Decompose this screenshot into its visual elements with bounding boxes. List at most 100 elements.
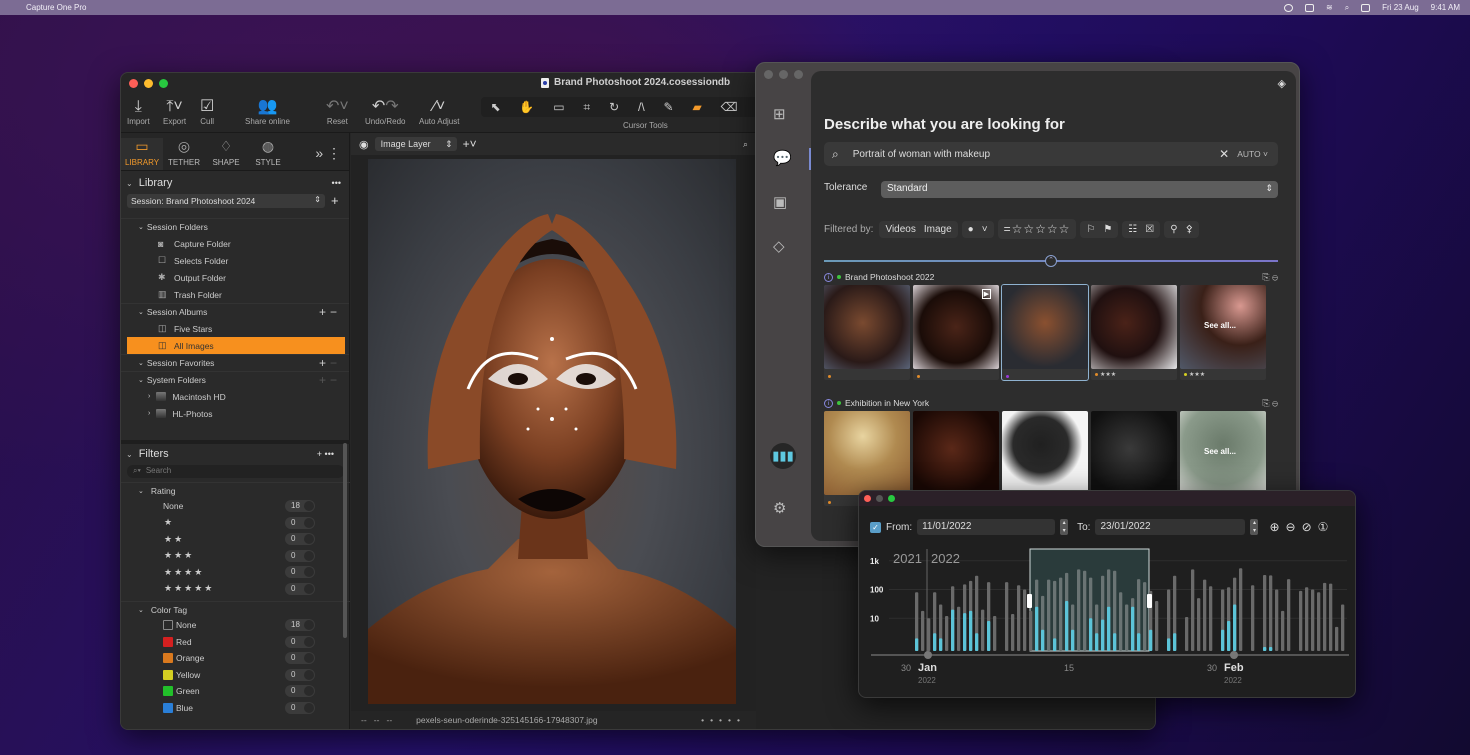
bar-matched[interactable]	[1071, 629, 1075, 651]
bar-total[interactable]	[1143, 582, 1147, 651]
bar-matched[interactable]	[1089, 618, 1093, 651]
session-selector[interactable]: Session: Brand Photoshoot 2024 ⇕	[127, 194, 325, 208]
from-date-input[interactable]: 11/01/2022	[917, 519, 1056, 535]
album-name[interactable]: Exhibition in New York	[845, 398, 929, 408]
filter-videos-button[interactable]: Videos	[885, 224, 915, 235]
layers-icon[interactable]: ◈	[1278, 77, 1286, 90]
filters-scrollbar[interactable]	[343, 443, 347, 638]
import-button[interactable]: ⤓ Import	[127, 97, 150, 126]
color-tag-count-toggle[interactable]: 0	[285, 701, 315, 714]
to-date-input[interactable]: 23/01/2022	[1095, 519, 1246, 535]
bar-matched[interactable]	[987, 621, 991, 651]
tree-item-selects-folder[interactable]: ☐ Selects Folder	[121, 252, 349, 269]
app-menu-name[interactable]: Capture One Pro	[26, 3, 86, 12]
system-folders-group[interactable]: ⌄ System Folders +−	[121, 371, 349, 388]
see-all-link[interactable]: See all...	[1204, 321, 1236, 330]
cull-button[interactable]: ☑ Cull	[200, 97, 214, 126]
gallery-icon[interactable]: ▣	[773, 193, 787, 211]
album-name[interactable]: Brand Photoshoot 2022	[845, 272, 934, 282]
add-remove-album-buttons[interactable]: +−	[319, 305, 341, 319]
zoom-fit-icon[interactable]: ⊘	[1302, 520, 1312, 534]
library-more-icon[interactable]: •••	[332, 178, 341, 188]
reset-button[interactable]: ↶˅ Reset	[326, 97, 349, 126]
pan-hand-icon[interactable]: ✋	[519, 100, 534, 114]
close-window-button[interactable]	[129, 78, 138, 88]
from-date-stepper[interactable]: ▴ ▾	[1060, 519, 1069, 535]
filters-add-more-icon[interactable]: + •••	[317, 449, 334, 459]
bar-matched[interactable]	[1221, 629, 1225, 651]
bar-matched[interactable]	[1167, 638, 1171, 651]
rating-dots[interactable]: •••••	[701, 715, 746, 725]
rating-filter[interactable]: =☆☆☆☆☆	[997, 219, 1077, 239]
unflag-icon[interactable]: ⚑	[1103, 224, 1112, 235]
bar-total[interactable]	[1017, 585, 1021, 651]
bar-matched[interactable]	[933, 633, 937, 651]
bar-total[interactable]	[1311, 589, 1315, 652]
session-folders-group[interactable]: ⌄ Session Folders	[121, 218, 349, 235]
tree-item-trash-folder[interactable]: ▥ Trash Folder	[121, 286, 349, 303]
bar-matched[interactable]	[1107, 606, 1111, 651]
tree-item-capture-folder[interactable]: ◙ Capture Folder	[121, 235, 349, 252]
bar-matched[interactable]	[975, 633, 979, 651]
wifi-icon[interactable]: ≋	[1326, 3, 1333, 12]
portrait-photo[interactable]	[368, 159, 736, 704]
rating-count-toggle[interactable]: 0	[285, 516, 315, 529]
bar-total[interactable]	[1269, 575, 1273, 651]
zoom-window-button[interactable]	[159, 78, 168, 88]
rating-filter-header[interactable]: ⌄ Rating	[121, 482, 350, 498]
bar-total[interactable]	[1191, 569, 1195, 651]
range-end-handle[interactable]	[1147, 594, 1152, 608]
session-albums-group[interactable]: ⌄ Session Albums +−	[121, 303, 349, 320]
bar-matched[interactable]	[939, 638, 943, 651]
bar-total[interactable]	[1239, 568, 1243, 651]
color-filter-dropdown[interactable]: ● ˅	[961, 220, 994, 238]
menubar-date[interactable]: Fri 23 Aug	[1382, 3, 1418, 12]
close-window-button[interactable]	[764, 70, 773, 79]
bar-total[interactable]	[1329, 583, 1333, 651]
chevron-right-icon[interactable]: ›	[148, 410, 150, 417]
location-pin-icon[interactable]: ⚲	[1170, 224, 1177, 235]
minimize-window-button[interactable]	[144, 78, 153, 88]
bar-total[interactable]	[1029, 610, 1033, 651]
battery-icon[interactable]	[1304, 3, 1314, 12]
rating-count-toggle[interactable]: 0	[285, 533, 315, 546]
add-session-button[interactable]: +	[331, 193, 339, 208]
tree-item-macintosh-hd[interactable]: › Macintosh HD	[121, 388, 349, 405]
bar-total[interactable]	[1005, 582, 1009, 651]
bar-matched[interactable]	[1149, 629, 1153, 651]
zoom-in-icon[interactable]: ⊕	[1269, 520, 1279, 534]
adjustments-icon[interactable]: ☷	[1128, 224, 1137, 235]
settings-gear-icon[interactable]: ⚙	[773, 499, 786, 517]
crop-icon[interactable]: ⌗	[583, 100, 590, 115]
rating-count-toggle[interactable]: 0	[285, 566, 315, 579]
bar-matched[interactable]	[1233, 604, 1237, 651]
bar-total[interactable]	[1263, 574, 1267, 651]
bar-matched[interactable]	[1101, 619, 1105, 651]
bar-total[interactable]	[1203, 579, 1207, 651]
undo-redo-button[interactable]: ↶↷ Undo/Redo	[365, 97, 405, 126]
add-remove-favorite-buttons[interactable]: +−	[319, 356, 341, 370]
tab-shape[interactable]: ♢ SHAPE	[205, 138, 247, 170]
bar-total[interactable]	[1023, 589, 1027, 652]
bar-total[interactable]	[1323, 582, 1327, 651]
color-tag-filter-row[interactable]: Blue 0	[121, 700, 350, 717]
timeline-histogram[interactable]: 1k 100 10 2021 2022 30 Jan 2022 15 30 Feb 2022	[859, 541, 1356, 698]
bar-matched[interactable]	[1173, 633, 1177, 651]
tab-tether[interactable]: ◎ TETHER	[163, 138, 205, 170]
auto-adjust-button[interactable]: ⁄˅ Auto Adjust	[419, 97, 459, 126]
rating-filter-row[interactable]: ★ 0	[121, 515, 350, 532]
eye-icon[interactable]: ◉	[359, 138, 369, 151]
bar-total[interactable]	[1335, 626, 1339, 651]
bar-matched[interactable]	[915, 638, 919, 651]
picker-icon[interactable]: ✎	[664, 100, 674, 114]
result-thumbnail[interactable]: See all... ★★★	[1180, 285, 1266, 380]
color-tag-count-toggle[interactable]: 18	[285, 619, 315, 632]
tree-item-hl-photos[interactable]: › HL-Photos	[121, 405, 349, 422]
info-icon[interactable]: i	[824, 398, 833, 408]
bar-matched[interactable]	[1131, 606, 1135, 651]
tab-style[interactable]: ◍ STYLE	[247, 138, 289, 170]
more-tabs-chevron-icon[interactable]: » ⋮	[315, 145, 349, 170]
ai-search-input[interactable]: ⌕ Portrait of woman with makeup ✕ AUTO ˅	[824, 142, 1278, 166]
bar-total[interactable]	[1077, 569, 1081, 651]
rotate-icon[interactable]: ↻	[609, 100, 619, 114]
